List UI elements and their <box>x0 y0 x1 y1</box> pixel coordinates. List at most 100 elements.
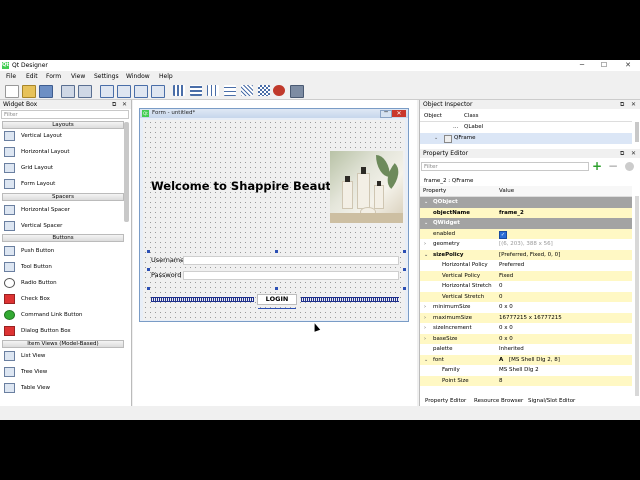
form-close-button[interactable]: ✕ <box>392 110 406 117</box>
category-item-views[interactable]: Item Views (Model-Based) <box>2 340 124 348</box>
expand-arrow-icon[interactable]: ⌄ <box>434 135 438 141</box>
prop-row-sizeincrement[interactable]: › sizeIncrement 0 x 0 <box>420 323 632 334</box>
widget-table-view[interactable]: Table View <box>4 382 50 394</box>
dock-close-icon[interactable]: ✕ <box>631 149 636 158</box>
undock-icon[interactable]: ⧉ <box>620 149 624 158</box>
prop-row-vertical-stretch[interactable]: Vertical Stretch 0 <box>420 291 632 302</box>
pe-col-property[interactable]: Property <box>423 188 446 194</box>
form-canvas[interactable]: Welcome to Shappire Beauty Username Pass… <box>143 120 406 320</box>
prop-row-palette[interactable]: palette Inherited <box>420 344 632 355</box>
category-spacers[interactable]: Spacers <box>2 193 124 201</box>
form-minimize-button[interactable]: ─ <box>380 110 392 118</box>
username-input[interactable] <box>183 256 399 265</box>
prop-row-objectname[interactable]: objectName frame_2 <box>420 207 632 218</box>
login-button[interactable]: LOGIN <box>257 294 297 305</box>
prop-row-geometry[interactable]: › geometry [(6, 203), 388 x 56] <box>420 239 632 250</box>
widget-form-layout[interactable]: Form Layout <box>4 178 55 190</box>
widget-command-link-button[interactable]: Command Link Button <box>4 309 82 321</box>
oi-col-object[interactable]: Object <box>424 113 442 119</box>
widget-push-button[interactable]: Push Button <box>4 245 54 257</box>
prop-section-qobject[interactable]: ⌄ QObject <box>420 197 632 208</box>
layout-grid-icon[interactable] <box>258 85 270 96</box>
selection-handle[interactable] <box>403 268 406 271</box>
layout-vertical-icon[interactable] <box>190 85 202 96</box>
widget-dialog-button-box[interactable]: Dialog Button Box <box>4 325 71 337</box>
prop-row-point-size[interactable]: Point Size 8 <box>420 375 632 386</box>
configure-icon[interactable] <box>625 162 634 171</box>
dock-close-icon[interactable]: ✕ <box>122 100 127 109</box>
widget-horizontal-spacer[interactable]: Horizontal Spacer <box>4 204 70 216</box>
layout-horizontal-icon[interactable] <box>173 85 185 96</box>
widget-radio-button[interactable]: Radio Button <box>4 277 57 289</box>
add-property-icon[interactable]: + <box>592 159 602 173</box>
menu-edit[interactable]: Edit <box>26 73 38 80</box>
enabled-checkbox[interactable]: ✓ <box>499 230 507 239</box>
save-form-icon[interactable] <box>39 85 53 98</box>
menu-form[interactable]: Form <box>46 73 61 80</box>
selection-handle[interactable] <box>275 250 278 253</box>
prop-row-sizepolicy[interactable]: ⌄ sizePolicy [Preferred, Fixed, 0, 0] <box>420 249 632 260</box>
selection-handle[interactable] <box>147 268 150 271</box>
selection-handle[interactable] <box>147 250 150 253</box>
tab-property-editor[interactable]: Property Editor <box>425 398 466 404</box>
menu-view[interactable]: View <box>71 73 85 80</box>
prop-row-basesize[interactable]: › baseSize 0 x 0 <box>420 333 632 344</box>
new-form-icon[interactable] <box>5 85 19 98</box>
form-window[interactable]: Qt Form - untitled* ─ ✕ Welcome to Shapp… <box>139 108 409 322</box>
menu-settings[interactable]: Settings <box>94 73 119 80</box>
oi-row-class[interactable]: QLabel <box>464 124 483 130</box>
tab-signal-slot-editor[interactable]: Signal/Slot Editor <box>528 398 575 404</box>
category-layouts[interactable]: Layouts <box>2 121 124 129</box>
menu-file[interactable]: File <box>6 73 16 80</box>
password-input[interactable] <box>183 271 399 280</box>
widget-grid-layout[interactable]: Grid Layout <box>4 162 53 174</box>
layout-v-splitter-icon[interactable] <box>224 85 236 96</box>
prop-row-maximumsize[interactable]: › maximumSize 16777215 x 16777215 <box>420 312 632 323</box>
widget-list-view[interactable]: List View <box>4 350 45 362</box>
menu-window[interactable]: Window <box>126 73 150 80</box>
widget-horizontal-layout[interactable]: Horizontal Layout <box>4 146 70 158</box>
layout-h-splitter-icon[interactable] <box>207 85 219 96</box>
tab-resource-browser[interactable]: Resource Browser <box>474 398 523 404</box>
bring-front-icon[interactable] <box>61 85 75 98</box>
selection-handle[interactable] <box>403 287 406 290</box>
widget-vertical-layout[interactable]: Vertical Layout <box>4 130 62 142</box>
edit-buddies-icon[interactable] <box>134 85 148 98</box>
widget-box-scrollbar[interactable] <box>124 122 129 222</box>
layout-form-icon[interactable] <box>241 85 253 96</box>
widget-tree-view[interactable]: Tree View <box>4 366 47 378</box>
edit-widgets-icon[interactable] <box>100 85 114 98</box>
widget-tool-button[interactable]: Tool Button <box>4 261 52 273</box>
pe-col-value[interactable]: Value <box>499 188 514 194</box>
left-horizontal-spacer[interactable] <box>151 297 254 302</box>
prop-row-horizontal-stretch[interactable]: Horizontal Stretch 0 <box>420 281 632 292</box>
widget-check-box[interactable]: Check Box <box>4 293 50 305</box>
property-filter-input[interactable]: Filter <box>421 162 589 171</box>
open-form-icon[interactable] <box>22 85 36 98</box>
selection-handle[interactable] <box>403 250 406 253</box>
prop-row-font[interactable]: ⌄ font A [MS Shell Dlg 2, 8] <box>420 354 632 365</box>
oi-selected-row[interactable]: ⌄ QFrame <box>420 133 632 144</box>
widget-filter-input[interactable]: Filter <box>1 110 129 119</box>
widget-vertical-spacer[interactable]: Vertical Spacer <box>4 220 62 232</box>
maximize-button[interactable]: ☐ <box>598 61 610 70</box>
edit-tab-order-icon[interactable] <box>151 85 165 98</box>
prop-section-qwidget[interactable]: ⌄ QWidget <box>420 218 632 229</box>
close-button[interactable]: ✕ <box>622 61 634 70</box>
adjust-size-icon[interactable] <box>290 85 304 98</box>
minimize-button[interactable]: ─ <box>576 61 588 70</box>
break-layout-icon[interactable] <box>273 85 285 96</box>
oi-row-object[interactable]: ... <box>453 124 458 130</box>
property-scrollbar[interactable] <box>635 196 639 396</box>
dock-close-icon[interactable]: ✕ <box>631 100 636 109</box>
beauty-product-image[interactable] <box>330 151 403 223</box>
undock-icon[interactable]: ⧉ <box>112 100 116 109</box>
selection-handle[interactable] <box>147 287 150 290</box>
undock-icon[interactable]: ⧉ <box>620 100 624 109</box>
remove-property-icon[interactable]: − <box>608 159 618 173</box>
send-back-icon[interactable] <box>78 85 92 98</box>
right-horizontal-spacer[interactable] <box>301 297 399 302</box>
prop-row-minimumsize[interactable]: › minimumSize 0 x 0 <box>420 302 632 313</box>
category-buttons[interactable]: Buttons <box>2 234 124 242</box>
prop-row-vertical-policy[interactable]: Vertical Policy Fixed <box>420 270 632 281</box>
